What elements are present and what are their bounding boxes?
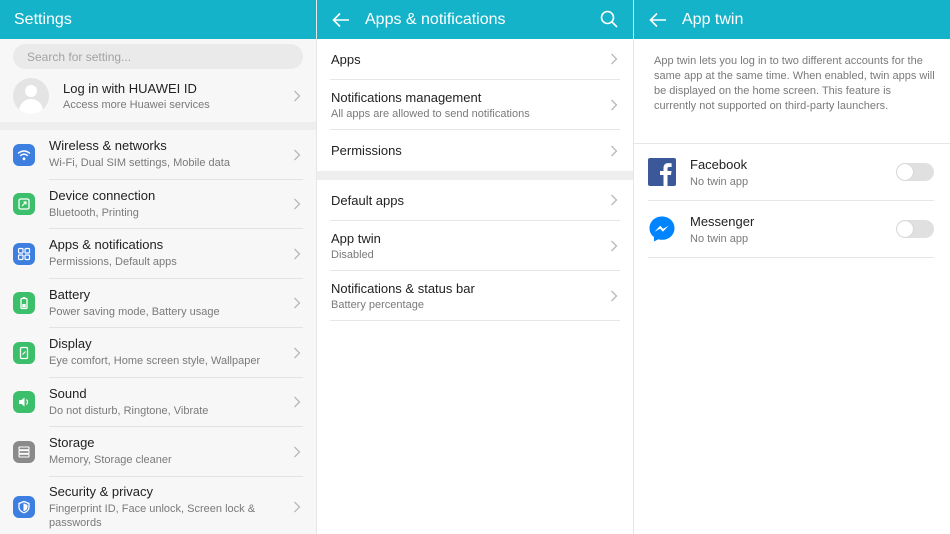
item-title: Default apps [331, 192, 404, 208]
item-title: Storage [49, 435, 95, 451]
settings-item-security[interactable]: Security & privacy Fingerprint ID, Face … [0, 477, 316, 534]
chevron-right-icon [294, 90, 301, 101]
apps-notifications-group-2: Default apps App twin Disabled Notificat… [317, 180, 633, 321]
settings-item-battery[interactable]: Battery Power saving mode, Battery usage [0, 279, 316, 328]
item-title: Sound [49, 385, 87, 401]
chevron-right-icon [611, 290, 618, 301]
app-twin-item-messenger[interactable]: Messenger No twin app [648, 201, 934, 258]
settings-title: Settings [14, 10, 72, 28]
settings-item-display[interactable]: Display Eye comfort, Home screen style, … [0, 328, 316, 378]
chevron-right-icon [611, 194, 618, 206]
section-divider [317, 171, 633, 180]
item-title: Apps [331, 51, 361, 67]
chevron-right-icon [611, 240, 618, 251]
facebook-icon [648, 158, 676, 186]
item-title: Battery [49, 286, 91, 302]
settings-item-wireless[interactable]: Wireless & networks Wi-Fi, Dual SIM sett… [0, 130, 316, 180]
chevron-right-icon [611, 145, 618, 156]
login-title: Log in with HUAWEI ID [63, 80, 197, 96]
messenger-twin-toggle[interactable] [896, 220, 934, 238]
sound-icon [13, 391, 35, 414]
chevron-right-icon [294, 297, 301, 309]
item-subtitle: Eye comfort, Home screen style, Wallpape… [49, 355, 261, 368]
chevron-right-icon [294, 501, 301, 512]
facebook-twin-toggle[interactable] [896, 163, 934, 181]
huawei-id-login-item[interactable]: Log in with HUAWEI ID Access more Huawei… [0, 69, 316, 122]
app-name: Messenger [690, 213, 755, 229]
apps-notifications-screen: Apps & notifications Apps Notifications … [316, 0, 633, 534]
settings-item-apps-notifications[interactable]: Apps & notifications Permissions, Defaul… [0, 229, 316, 279]
apps-grid-icon [13, 242, 35, 265]
item-subtitle: Memory, Storage cleaner [49, 454, 172, 467]
storage-icon [13, 440, 35, 463]
shield-icon [13, 495, 35, 518]
chevron-right-icon [294, 396, 301, 408]
item-title: Notifications & status bar [331, 280, 475, 296]
menu-item-app-twin[interactable]: App twin Disabled [330, 221, 620, 271]
menu-item-default-apps[interactable]: Default apps [330, 180, 620, 221]
apps-notifications-title: Apps & notifications [365, 10, 506, 28]
device-connection-icon [13, 193, 35, 216]
settings-search-box[interactable] [13, 44, 303, 69]
item-subtitle: Bluetooth, Printing [49, 206, 139, 219]
item-subtitle: Fingerprint ID, Face unlock, Screen lock… [49, 502, 256, 529]
item-subtitle: Disabled [331, 248, 374, 261]
wifi-icon [13, 143, 35, 166]
item-title: App twin [331, 230, 381, 246]
settings-item-sound[interactable]: Sound Do not disturb, Ringtone, Vibrate [0, 378, 316, 427]
menu-item-permissions[interactable]: Permissions [330, 130, 620, 171]
settings-list: Wireless & networks Wi-Fi, Dual SIM sett… [0, 130, 316, 534]
item-title: Notifications management [331, 89, 482, 105]
item-subtitle: Battery percentage [331, 298, 424, 311]
avatar [13, 77, 49, 114]
item-subtitle: Permissions, Default apps [49, 256, 177, 269]
app-twin-title: App twin [682, 10, 744, 28]
messenger-icon [649, 216, 675, 242]
apps-notifications-group-1: Apps Notifications management All apps a… [317, 39, 633, 171]
menu-item-apps[interactable]: Apps [330, 39, 620, 80]
login-subtitle: Access more Huawei services [63, 98, 210, 111]
app-twin-app-bar: App twin [634, 0, 950, 39]
chevron-right-icon [294, 149, 301, 161]
app-twin-item-facebook[interactable]: Facebook No twin app [648, 144, 934, 201]
back-arrow-icon[interactable] [331, 10, 351, 30]
settings-screen: Settings Log in with HUAWEI ID Access mo… [0, 0, 316, 534]
item-subtitle: All apps are allowed to send notificatio… [331, 107, 530, 120]
section-divider [0, 122, 316, 130]
search-icon[interactable] [599, 9, 619, 29]
settings-search-input[interactable] [27, 49, 303, 64]
settings-item-storage[interactable]: Storage Memory, Storage cleaner [0, 427, 316, 477]
apps-notifications-app-bar: Apps & notifications [317, 0, 633, 39]
item-title: Apps & notifications [49, 237, 164, 253]
item-subtitle: Do not disturb, Ringtone, Vibrate [49, 404, 209, 417]
app-name: Facebook [690, 156, 748, 172]
chevron-right-icon [294, 446, 301, 458]
display-icon [13, 341, 35, 364]
chevron-right-icon [611, 53, 618, 65]
chevron-right-icon [294, 347, 301, 359]
battery-icon [13, 292, 35, 315]
app-twin-status: No twin app [690, 232, 749, 245]
item-subtitle: Power saving mode, Battery usage [49, 305, 220, 318]
item-subtitle: Wi-Fi, Dual SIM settings, Mobile data [49, 157, 230, 170]
app-twin-description: App twin lets you log in to two differen… [654, 55, 935, 112]
app-twin-status: No twin app [690, 175, 749, 188]
settings-item-device-connection[interactable]: Device connection Bluetooth, Printing [0, 180, 316, 229]
chevron-right-icon [294, 198, 301, 210]
back-arrow-icon[interactable] [648, 10, 668, 30]
menu-item-notifications-management[interactable]: Notifications management All apps are al… [330, 80, 620, 130]
item-title: Permissions [331, 143, 402, 158]
settings-app-bar: Settings [0, 0, 316, 39]
app-twin-screen: App twin App twin lets you log in to two… [633, 0, 950, 534]
chevron-right-icon [294, 248, 301, 260]
item-title: Device connection [49, 187, 156, 203]
item-title: Display [49, 336, 92, 352]
item-title: Security & privacy [49, 483, 154, 499]
menu-item-notifications-status-bar[interactable]: Notifications & status bar Battery perce… [330, 271, 620, 321]
item-title: Wireless & networks [49, 138, 167, 154]
chevron-right-icon [611, 99, 618, 110]
